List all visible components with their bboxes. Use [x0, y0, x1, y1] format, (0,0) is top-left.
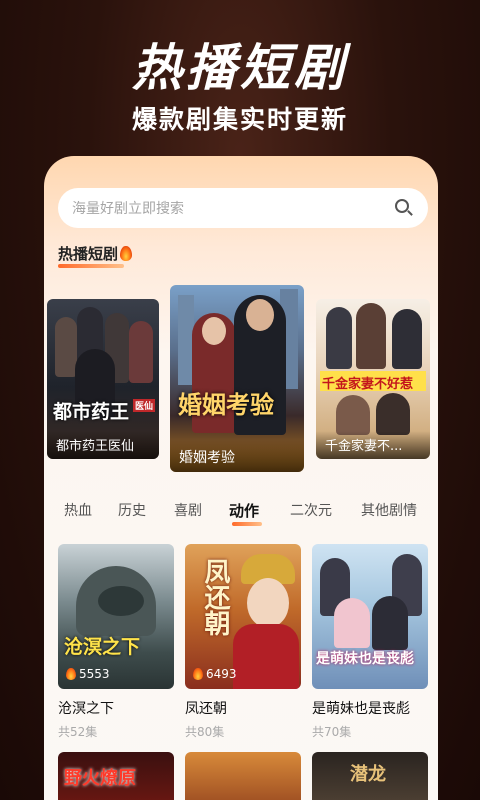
drama-poster[interactable]: 沧溟之下 5553 — [58, 544, 174, 689]
search-icon[interactable] — [394, 198, 414, 218]
drama-poster[interactable]: 潜龙 — [312, 752, 428, 800]
drama-poster[interactable]: 是萌妹也是丧彪 — [312, 544, 428, 689]
poster-title: 潜龙 — [350, 764, 386, 785]
tab-qita[interactable]: 其他剧情 — [361, 500, 417, 520]
poster-title: 婚姻考验 — [178, 390, 274, 419]
view-count: 6493 — [193, 667, 237, 681]
tab-lishi[interactable]: 历史 — [118, 500, 146, 520]
episode-count: 共80集 — [185, 725, 225, 739]
hero-subtitle: 爆款剧集实时更新 — [131, 105, 348, 134]
app-screen: 海量好剧立即搜索 热播短剧 都市药王 医仙 都市药王医仙 婚姻考验 婚姻考验 千… — [44, 156, 438, 800]
view-count: 5553 — [66, 667, 110, 681]
episode-count: 共52集 — [58, 725, 98, 739]
tab-dongzuo[interactable]: 动作 — [229, 500, 259, 521]
hot-drama-label: 都市药王医仙 — [47, 431, 159, 459]
poster-title: 野火燎原 — [64, 768, 136, 789]
hot-drama-card[interactable]: 都市药王 医仙 都市药王医仙 — [47, 299, 159, 459]
hot-drama-card[interactable]: 婚姻考验 婚姻考验 — [170, 285, 304, 472]
poster-title: 凤还朝 — [200, 558, 230, 636]
hero-title: 热播短剧 — [132, 39, 348, 97]
section-underline — [58, 264, 124, 268]
tab-erciyuan[interactable]: 二次元 — [290, 500, 332, 520]
drama-card[interactable]: 沧溟之下 5553 沧溟之下 共52集 — [58, 544, 174, 740]
drama-card[interactable]: 凤还朝 6493 凤还朝 共80集 — [185, 544, 301, 740]
drama-poster[interactable] — [185, 752, 301, 800]
tab-rexue[interactable]: 热血 — [64, 500, 92, 520]
drama-title: 沧溟之下 — [58, 701, 114, 717]
poster-title: 是萌妹也是丧彪 — [316, 651, 414, 667]
fire-icon — [120, 246, 133, 261]
drama-card[interactable]: 是萌妹也是丧彪 是萌妹也是丧彪 共70集 — [312, 544, 428, 740]
hot-drama-card[interactable]: 千金家妻不好惹 千金家妻不... — [316, 299, 430, 459]
drama-title: 是萌妹也是丧彪 — [312, 701, 410, 717]
drama-poster[interactable]: 凤还朝 6493 — [185, 544, 301, 689]
episode-count: 共70集 — [312, 725, 352, 739]
flame-icon — [66, 668, 76, 680]
tab-xiju[interactable]: 喜剧 — [174, 500, 202, 520]
category-tabs: 热血 历史 喜剧 动作 二次元 其他剧情 — [44, 500, 438, 528]
flame-icon — [193, 668, 203, 680]
poster-title: 沧溟之下 — [64, 636, 141, 658]
hot-drama-label: 千金家妻不... — [316, 431, 430, 459]
poster-tag: 医仙 — [133, 399, 156, 412]
hot-section-label: 热播短剧 — [58, 245, 119, 263]
view-count-value: 5553 — [79, 667, 110, 681]
search-bar[interactable]: 海量好剧立即搜索 — [58, 188, 428, 228]
poster-title: 都市药王 — [53, 401, 130, 423]
poster-title: 千金家妻不好惹 — [322, 377, 414, 392]
view-count-value: 6493 — [206, 667, 237, 681]
hot-drama-label: 婚姻考验 — [170, 440, 304, 472]
active-tab-underline — [232, 522, 262, 526]
drama-poster[interactable]: 野火燎原 — [58, 752, 174, 800]
search-placeholder[interactable]: 海量好剧立即搜索 — [72, 198, 394, 218]
hot-section-title: 热播短剧 — [58, 243, 133, 264]
drama-title: 凤还朝 — [185, 701, 227, 717]
